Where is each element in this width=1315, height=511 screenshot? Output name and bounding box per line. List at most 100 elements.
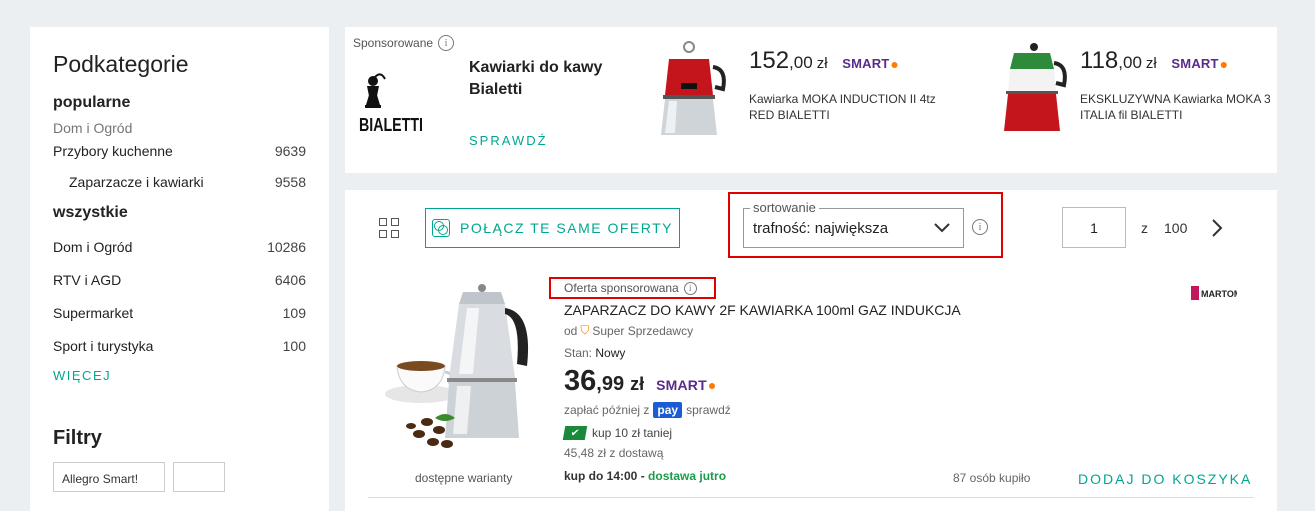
bialetti-logo-text: BIALETTI: [359, 115, 423, 135]
sidebar-item-count: 100: [282, 337, 306, 354]
moka-pot-red-image: [661, 41, 726, 135]
offer-product-image[interactable]: [375, 282, 555, 462]
price-int: 36: [564, 365, 597, 397]
banner-title[interactable]: Kawiarki do kawy Bialetti: [469, 57, 619, 101]
banner-product-price: 152,00 zł SMART ●: [749, 47, 899, 75]
delivery-prefix: kup do 14:00 -: [564, 469, 645, 483]
currency: zł: [630, 374, 645, 394]
condition-label: Stan:: [564, 346, 593, 360]
delivery-info: kup do 14:00 - dostawa jutro: [564, 469, 726, 483]
filter-box[interactable]: [173, 462, 225, 492]
popular-heading: popularne: [53, 94, 131, 111]
sort-value: trafność: największa: [753, 220, 889, 237]
grid-view-icon[interactable]: [379, 218, 399, 238]
sidebar-item-label: Supermarket: [53, 304, 134, 321]
smart-filter-checkbox[interactable]: Allegro Smart!: [53, 462, 165, 492]
filter-boxes: Allegro Smart!: [53, 462, 306, 492]
banner-check-link[interactable]: SPRAWDŹ: [469, 133, 548, 148]
add-to-cart-button[interactable]: DODAJ DO KOSZYKA: [1078, 471, 1252, 487]
banner-product-price: 118,00 zł SMART ●: [1080, 47, 1228, 75]
seller-logo-text: MARTOM: [1201, 289, 1237, 299]
popular-crumb-link[interactable]: Dom i Ogród: [53, 120, 306, 136]
pay-later-info: zapłać później z pay sprawdź: [564, 402, 731, 418]
page-total: 100: [1164, 220, 1188, 236]
sidebar-item-label: Przybory kuchenne: [53, 143, 173, 159]
variants-available-link[interactable]: dostępne warianty: [415, 471, 512, 485]
join-offers-label: POŁĄCZ TE SAME OFERTY: [459, 220, 674, 236]
smart-badge: SMART ●: [656, 377, 716, 393]
sponsored-banner[interactable]: Sponsorowane i BIALETTI Kawiarki do kawy…: [345, 27, 1277, 173]
sort-legend: sortowanie: [750, 200, 819, 215]
next-page-icon[interactable]: [1209, 217, 1225, 239]
offer-divider: [368, 497, 1254, 498]
bialetti-logo[interactable]: BIALETTI: [355, 67, 425, 137]
coupon-text: kup 10 zł taniej: [592, 426, 673, 440]
all-heading: wszystkie: [53, 204, 128, 221]
smart-bolt-icon: ●: [890, 55, 900, 72]
sidebar-item-dom-i-ogrod[interactable]: Dom i Ogród 10286: [53, 230, 306, 263]
sponsored-label-text: Sponsorowane: [353, 36, 434, 50]
seller-logo[interactable]: MARTOM: [1191, 285, 1237, 301]
condition-info: Stan: Nowy: [564, 346, 625, 360]
paylater-prefix: zapłać później z: [564, 403, 650, 417]
sidebar-item-count: 10286: [267, 238, 306, 255]
price-int: 152: [749, 47, 790, 74]
sort-info-icon[interactable]: i: [972, 219, 988, 235]
sidebar-item-label: Dom i Ogród: [53, 238, 133, 255]
sidebar-item-count: 9639: [274, 143, 306, 159]
sidebar-item-supermarket[interactable]: Supermarket 109: [53, 296, 306, 329]
shipping-cost: 45,48 zł z dostawą: [564, 446, 664, 460]
coupon-info: ✔ kup 10 zł taniej: [562, 426, 673, 440]
offer-title-link[interactable]: ZAPARZACZ DO KAWY 2F KAWIARKA 100ml GAZ …: [564, 302, 961, 318]
sidebar-item-rtv-agd[interactable]: RTV i AGD 6406: [53, 263, 306, 296]
join-same-offers-button[interactable]: POŁĄCZ TE SAME OFERTY: [425, 208, 680, 248]
sidebar-item-count: 9558: [274, 174, 306, 190]
subcategories-sidebar: Podkategorie popularne Dom i Ogród Przyb…: [30, 27, 329, 511]
delivery-highlight: dostawa jutro: [648, 469, 727, 483]
smart-text: SMART: [1171, 56, 1219, 71]
info-icon[interactable]: i: [683, 281, 697, 295]
listing-panel: POŁĄCZ TE SAME OFERTY sortowanie trafnoś…: [345, 190, 1277, 511]
page-of-label: z: [1141, 220, 1148, 236]
condition-value: Nowy: [595, 346, 626, 360]
seller-label[interactable]: Super Sprzedawcy: [592, 324, 693, 338]
sponsored-label: Sponsorowane i: [353, 35, 455, 51]
moka-pot-italia-image: [1004, 43, 1067, 131]
smart-badge: SMART ●: [1171, 56, 1228, 72]
pay-badge: pay: [653, 402, 683, 418]
sponsored-offer-text: Oferta sponsorowana: [564, 281, 679, 295]
currency: zł: [1145, 55, 1157, 72]
price-dec: ,00: [1118, 53, 1142, 72]
price-dec: ,99: [596, 373, 625, 395]
sidebar-item-label: Zaparzacze i kawiarki: [69, 174, 204, 190]
sidebar-item-label: RTV i AGD: [53, 271, 122, 288]
sidebar-item-count: 6406: [274, 271, 306, 288]
seller-prefix: od: [564, 323, 578, 338]
coupon-check-icon: ✔: [562, 426, 588, 440]
page-number-input[interactable]: 1: [1062, 207, 1126, 248]
price-int: 118: [1080, 47, 1119, 74]
sidebar-item-label: Sport i turystyka: [53, 337, 154, 354]
sort-select[interactable]: sortowanie trafność: największa: [743, 200, 964, 248]
chevron-down-icon: [934, 223, 950, 233]
info-icon[interactable]: i: [438, 35, 455, 51]
sidebar-item-sport-turystyka[interactable]: Sport i turystyka 100: [53, 329, 306, 362]
sidebar-item-przybory-kuchenne[interactable]: Przybory kuchenne 9639: [53, 140, 306, 162]
seller-info: od ⛉ Super Sprzedawcy: [564, 323, 693, 338]
smart-bolt-icon: ●: [1219, 55, 1229, 72]
subcategories-title: Podkategorie: [53, 51, 189, 77]
sidebar-item-count: 109: [282, 304, 306, 321]
smart-bolt-icon: ●: [707, 377, 717, 393]
sidebar-item-zaparzacze[interactable]: Zaparzacze i kawiarki 9558: [53, 162, 306, 202]
currency: zł: [816, 55, 828, 72]
sponsored-offer-label: Oferta sponsorowana i: [564, 281, 697, 295]
more-categories-link[interactable]: WIĘCEJ: [53, 368, 306, 383]
filters-heading: Filtry: [53, 427, 102, 449]
banner-product-name[interactable]: Kawiarka MOKA INDUCTION II 4tz RED BIALE…: [749, 91, 939, 123]
offer-price: 36,99 zł SMART ●: [564, 365, 717, 398]
banner-product-name[interactable]: EKSKLUZYWNA Kawiarka MOKA 3 ITALIA fil B…: [1080, 91, 1277, 123]
super-seller-shield-icon: ⛉: [580, 323, 590, 337]
paylater-check-link[interactable]: sprawdź: [686, 403, 731, 417]
smart-text: SMART: [842, 56, 890, 71]
price-dec: ,00: [789, 53, 813, 72]
